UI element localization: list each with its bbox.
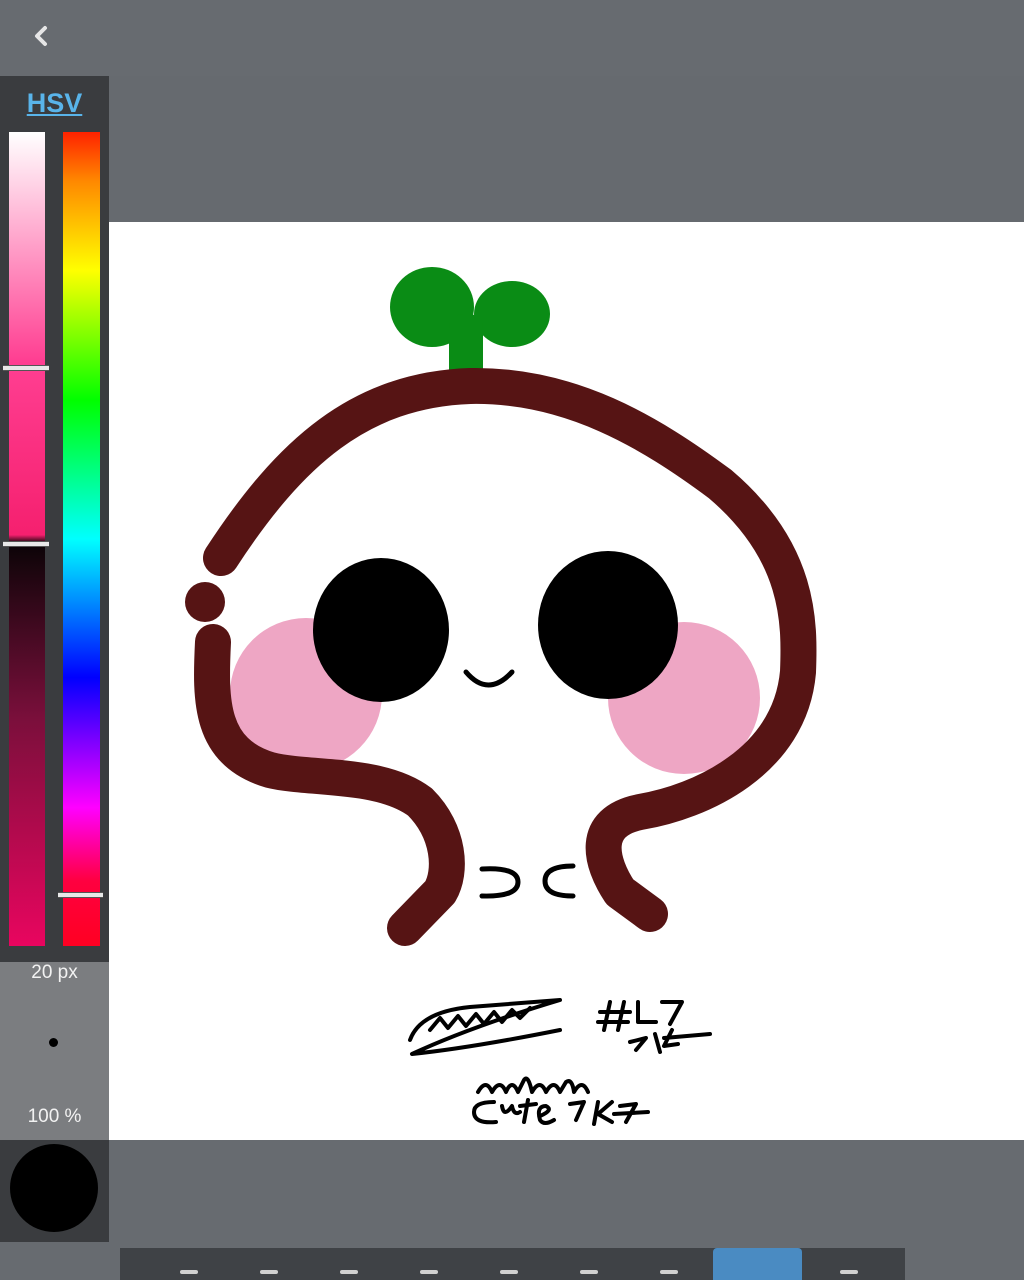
- current-color-swatch[interactable]: [10, 1144, 98, 1232]
- eraser-icon: [260, 1270, 278, 1274]
- brush-size-label[interactable]: 20 px: [0, 962, 109, 984]
- redo-button[interactable]: [560, 1248, 620, 1280]
- hue-slider[interactable]: [58, 132, 103, 946]
- blush-drawing: [230, 618, 760, 774]
- grid-tool-button[interactable]: [400, 1248, 460, 1280]
- chevron-left-icon: [35, 26, 47, 46]
- layers-icon: [660, 1270, 678, 1274]
- saturation-value-slider[interactable]: [3, 132, 49, 946]
- signature-drawing: [408, 998, 712, 1126]
- bottom-toolbar: [120, 1248, 905, 1280]
- more-button[interactable]: [820, 1248, 880, 1280]
- fill-tool-button[interactable]: [320, 1248, 380, 1280]
- active-tool-button[interactable]: [713, 1248, 802, 1280]
- back-button[interactable]: [24, 20, 60, 56]
- value-thumb[interactable]: [3, 541, 49, 547]
- grid-icon: [420, 1270, 438, 1274]
- sprout-drawing: [390, 267, 550, 384]
- redo-icon: [580, 1270, 598, 1274]
- eraser-tool-button[interactable]: [240, 1248, 300, 1280]
- brush-size-preview: [49, 1038, 58, 1047]
- undo-button[interactable]: [480, 1248, 540, 1280]
- outline-dot: [185, 582, 225, 622]
- top-bar: [0, 0, 1024, 76]
- undo-icon: [500, 1270, 518, 1274]
- hands-drawing: [479, 863, 576, 899]
- drawing-canvas[interactable]: [0, 222, 1024, 1140]
- fill-icon: [340, 1270, 358, 1274]
- saturation-thumb[interactable]: [3, 365, 49, 371]
- more-icon: [840, 1270, 858, 1274]
- brush-icon: [180, 1270, 198, 1274]
- opacity-label[interactable]: 100 %: [0, 1106, 109, 1128]
- brush-tool-button[interactable]: [160, 1248, 220, 1280]
- color-panel: HSV 20 px 100 %: [0, 76, 109, 1242]
- eyes-drawing: [313, 551, 678, 702]
- mouth-drawing: [463, 669, 515, 688]
- hue-thumb[interactable]: [58, 892, 103, 898]
- color-mode-label[interactable]: HSV: [0, 88, 109, 119]
- layers-button[interactable]: [640, 1248, 700, 1280]
